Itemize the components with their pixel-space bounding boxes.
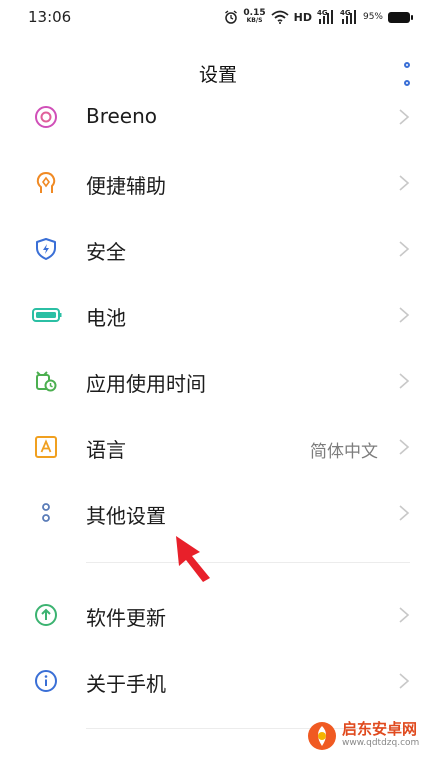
alarm-icon	[225, 10, 238, 24]
status-time: 13:06	[28, 8, 72, 26]
section-divider	[86, 562, 410, 563]
settings-item-software-update[interactable]: 软件更新	[0, 582, 436, 648]
battery-percent: 95%	[362, 12, 383, 22]
settings-item-label: Breeno	[86, 104, 158, 128]
other-settings-icon	[42, 503, 50, 522]
page-title: 设置	[198, 64, 237, 86]
status-icons: 0.15 KB/S HD 4G 4G 95%	[224, 9, 413, 25]
settings-item-label: 电池	[86, 306, 126, 330]
settings-item-breeno[interactable]: Breeno	[0, 84, 436, 150]
settings-item-label: 语言	[86, 438, 126, 462]
chevron-right-icon	[399, 439, 410, 455]
wifi-icon	[271, 10, 289, 24]
settings-item-battery[interactable]: 电池	[0, 282, 436, 348]
settings-item-label: 软件更新	[86, 606, 166, 630]
signal-icon-2: 4G	[340, 9, 358, 24]
accessibility-hand-icon	[36, 172, 56, 193]
settings-item-accessibility[interactable]: 便捷辅助	[0, 150, 436, 216]
network-speed-unit: KB/S	[246, 17, 263, 24]
watermark-url: www.qdtdzq.com	[342, 738, 420, 748]
chevron-right-icon	[399, 307, 410, 323]
language-icon	[35, 436, 57, 458]
shield-icon	[36, 238, 56, 260]
network-speed-value: 0.15	[243, 8, 266, 18]
settings-item-label: 应用使用时间	[86, 372, 206, 396]
settings-item-label: 其他设置	[86, 504, 166, 528]
settings-item-label: 便捷辅助	[86, 174, 166, 198]
watermark-name: 启东安卓网	[342, 720, 418, 738]
chevron-right-icon	[399, 175, 410, 191]
chevron-right-icon	[399, 607, 410, 623]
chevron-right-icon	[399, 241, 410, 257]
battery-icon	[32, 308, 62, 322]
chevron-right-icon	[399, 109, 410, 125]
settings-item-app-usage-time[interactable]: 应用使用时间	[0, 348, 436, 414]
settings-item-other-settings[interactable]: 其他设置	[0, 480, 436, 546]
app-usage-clock-icon	[36, 371, 57, 392]
chevron-right-icon	[399, 673, 410, 689]
hd-badge: HD	[293, 10, 312, 24]
settings-item-security[interactable]: 安全	[0, 216, 436, 282]
chevron-right-icon	[399, 373, 410, 389]
settings-item-label: 安全	[86, 240, 126, 264]
watermark: 启东安卓网 www.qdtdzq.com	[306, 718, 432, 754]
signal-icon-1: 4G	[317, 9, 335, 24]
settings-item-label: 关于手机	[86, 672, 166, 696]
battery-status-icon	[388, 11, 413, 23]
breeno-icon	[35, 106, 57, 128]
more-button[interactable]	[400, 62, 414, 86]
settings-item-about-phone[interactable]: 关于手机	[0, 648, 436, 714]
update-icon	[35, 604, 57, 626]
info-icon	[35, 670, 57, 692]
settings-item-value: 简体中文	[310, 442, 378, 462]
annotation-arrow-icon	[176, 536, 210, 582]
more-vertical-dots-icon	[404, 62, 410, 68]
settings-item-language[interactable]: 语言 简体中文	[0, 414, 436, 480]
watermark-logo-icon	[308, 722, 336, 750]
network-speed: 0.15 KB/S	[243, 9, 265, 25]
status-bar: 13:06 0.15 KB/S HD 4G 4G 95%	[0, 0, 436, 34]
chevron-right-icon	[399, 505, 410, 521]
